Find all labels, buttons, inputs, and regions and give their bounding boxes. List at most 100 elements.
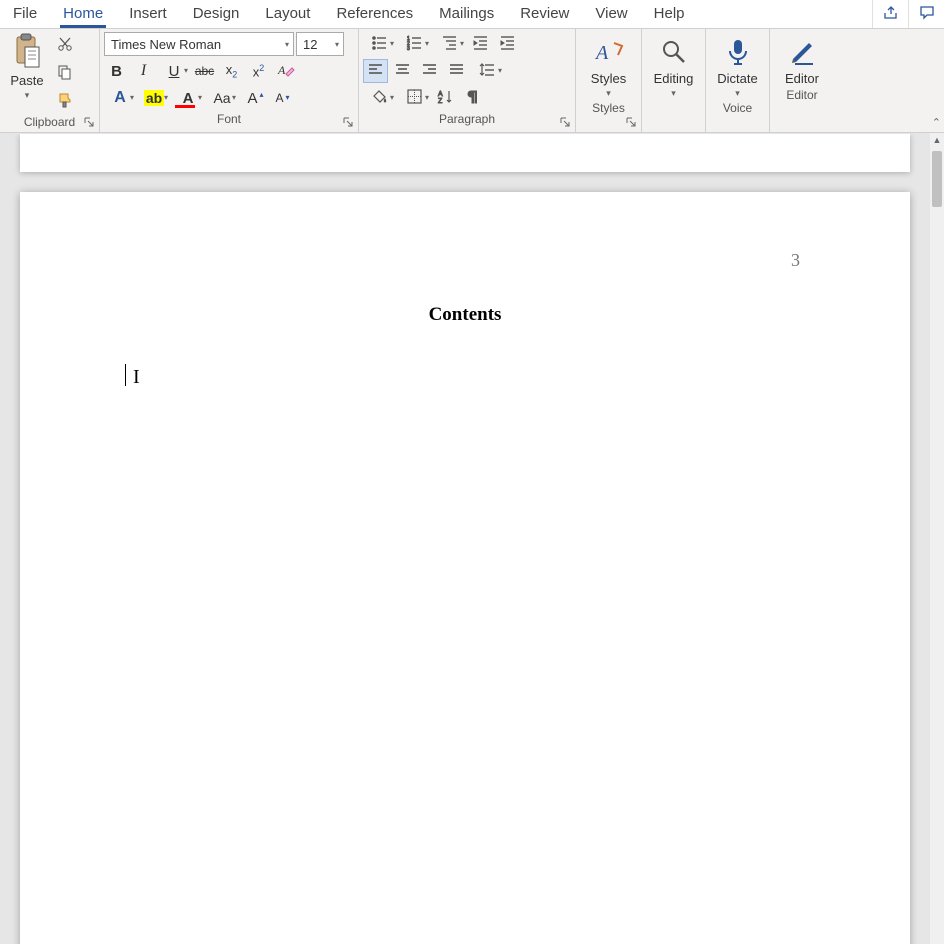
editing-label: Editing [654,71,694,86]
group-label-font: Font [100,110,358,129]
grow-font-icon: A [247,90,257,107]
decrease-indent-button[interactable] [468,32,493,56]
chevron-down-icon: ▾ [606,88,611,99]
increase-indent-icon [499,34,516,54]
paste-label: Paste [10,73,43,88]
vertical-scrollbar[interactable]: ▲ [930,133,944,944]
tab-references[interactable]: References [323,0,426,28]
italic-button[interactable]: I [131,59,156,83]
group-editor: Editor Editor [770,29,834,132]
share-button[interactable] [872,0,908,28]
shrink-font-icon: A [275,91,283,105]
tab-layout[interactable]: Layout [252,0,323,28]
collapse-ribbon-button[interactable]: ⌃ [932,116,941,129]
font-color-icon: A [183,90,194,107]
superscript-button[interactable]: x2 [246,59,271,83]
justify-button[interactable] [444,59,469,83]
tab-file[interactable]: File [0,0,50,28]
change-case-icon: Aa [213,90,230,106]
line-spacing-button[interactable] [471,59,504,83]
document-page[interactable]: 3 Contents I [20,192,910,944]
editor-pen-icon [786,35,818,69]
editing-button[interactable]: Editing ▾ [642,29,705,99]
tab-home[interactable]: Home [50,0,116,28]
clear-formatting-button[interactable]: A [273,59,298,83]
styles-label: Styles [591,71,626,86]
justify-icon [448,61,465,81]
bold-icon: B [111,63,122,80]
highlight-icon: ab [144,90,164,106]
numbering-button[interactable]: 123 [398,32,431,56]
copy-icon [57,64,73,83]
group-voice: Dictate ▾ Voice [706,29,770,132]
tab-help[interactable]: Help [641,0,698,28]
grow-font-button[interactable]: A [240,86,265,110]
font-color-swatch [175,105,195,108]
format-painter-button[interactable] [54,90,76,112]
styles-launcher[interactable] [624,115,638,129]
chevron-down-icon: ▾ [335,40,339,49]
dictate-button[interactable]: Dictate ▾ [706,29,769,99]
tab-design[interactable]: Design [180,0,253,28]
cut-button[interactable] [54,34,76,56]
show-marks-button[interactable] [460,86,485,110]
clipboard-launcher[interactable] [82,115,96,129]
numbering-icon: 123 [406,34,423,54]
group-clipboard: Paste ▾ Clipboard [0,29,100,132]
comments-button[interactable] [908,0,944,28]
scroll-up-button[interactable]: ▲ [930,133,944,147]
font-size-combo[interactable]: 12 ▾ [296,32,344,56]
editor-label: Editor [785,71,819,86]
group-label-voice: Voice [706,99,769,118]
subscript-button[interactable]: x2 [219,59,244,83]
chevron-down-icon: ▾ [285,40,289,49]
text-effects-button[interactable]: A [104,86,136,110]
align-left-button[interactable] [363,59,388,83]
paragraph-launcher[interactable] [558,115,572,129]
sort-button[interactable]: AZ [433,86,458,110]
svg-text:A: A [277,63,286,77]
dictate-label: Dictate [717,71,757,86]
borders-icon [406,88,423,108]
copy-button[interactable] [54,62,76,84]
paste-button[interactable]: Paste ▾ [4,31,50,101]
font-color-button[interactable]: A [172,86,204,110]
chevron-up-icon: ▲ [933,135,942,145]
tab-insert[interactable]: Insert [116,0,180,28]
bold-button[interactable]: B [104,59,129,83]
underline-button[interactable]: U [158,59,190,83]
multilevel-list-button[interactable] [433,32,466,56]
styles-button[interactable]: A Styles ▾ [576,29,641,99]
change-case-button[interactable]: Aa [206,86,238,110]
strikethrough-button[interactable]: abc [192,59,217,83]
page-number: 3 [791,250,800,271]
ribbon: Paste ▾ Clipboard [0,29,944,133]
group-editing: Editing ▾ . [642,29,706,132]
strikethrough-icon: abc [195,64,214,78]
page-heading: Contents [20,304,910,326]
paint-bucket-icon [371,88,388,108]
font-name-combo[interactable]: Times New Roman ▾ [104,32,294,56]
align-left-icon [367,61,384,81]
underline-icon: U [169,63,180,80]
bullets-button[interactable] [363,32,396,56]
borders-button[interactable] [398,86,431,110]
font-launcher[interactable] [341,115,355,129]
comment-icon [919,5,935,24]
shading-button[interactable] [363,86,396,110]
multilevel-icon [441,34,458,54]
superscript-icon: x2 [253,63,265,79]
scroll-thumb[interactable] [932,151,942,207]
highlight-button[interactable]: ab [138,86,170,110]
align-center-button[interactable] [390,59,415,83]
increase-indent-button[interactable] [495,32,520,56]
paintbrush-icon [57,92,73,111]
tab-view[interactable]: View [582,0,640,28]
tab-mailings[interactable]: Mailings [426,0,507,28]
align-right-button[interactable] [417,59,442,83]
shrink-font-button[interactable]: A [267,86,292,110]
tab-review[interactable]: Review [507,0,582,28]
editor-button[interactable]: Editor [770,29,834,86]
previous-page-strip [20,134,910,172]
ibeam-cursor-icon: I [133,366,140,389]
